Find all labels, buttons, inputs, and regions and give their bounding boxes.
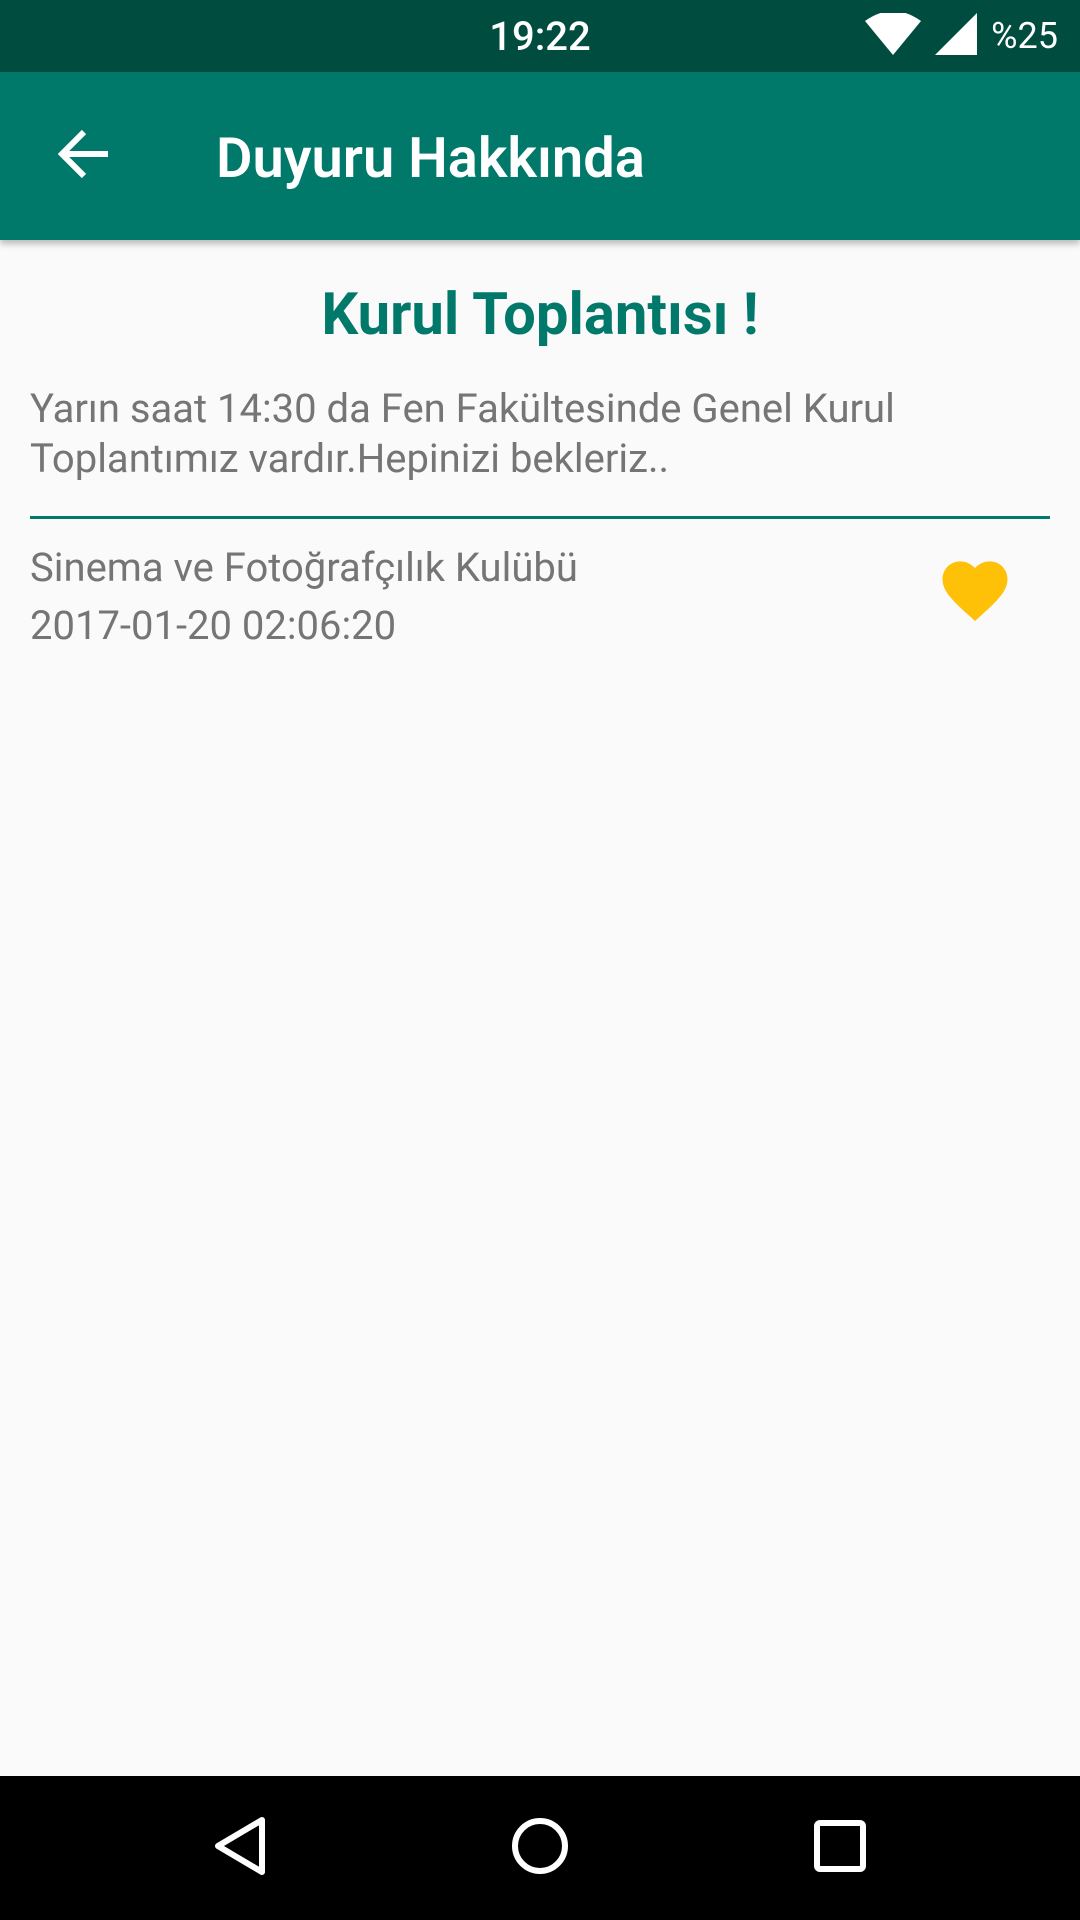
notice-title: Kurul Toplantısı !	[321, 281, 759, 349]
favorite-button[interactable]	[930, 550, 1020, 640]
nav-recents-icon	[813, 1819, 867, 1877]
page-title: Duyuru Hakkında	[216, 125, 645, 191]
cell-signal-icon	[935, 13, 978, 59]
heart-icon	[936, 558, 1014, 632]
divider	[30, 516, 1050, 519]
status-bar: 19:22 %25	[0, 0, 1080, 72]
status-icons: %25	[865, 0, 1058, 72]
nav-recents-button[interactable]	[804, 1812, 876, 1884]
notice-body: Yarın saat 14:30 da Fen Fakültesinde Gen…	[30, 385, 895, 482]
back-button[interactable]	[42, 114, 126, 198]
notice-date: 2017-01-20 02:06:20	[30, 602, 397, 649]
nav-back-button[interactable]	[204, 1812, 276, 1884]
navigation-bar	[0, 1776, 1080, 1920]
battery-percent: %25	[991, 15, 1058, 57]
nav-back-icon	[212, 1816, 268, 1880]
app-bar: Duyuru Hakkında	[0, 72, 1080, 240]
nav-home-button[interactable]	[504, 1812, 576, 1884]
wifi-icon	[865, 11, 922, 59]
arrow-back-icon	[57, 128, 110, 184]
screen: 19:22 %25 Duyuru Hakkında Kurul Toplantı…	[0, 0, 1080, 1920]
club-name: Sinema ve Fotoğrafçılık Kulübü	[30, 544, 578, 591]
nav-home-icon	[510, 1816, 570, 1880]
